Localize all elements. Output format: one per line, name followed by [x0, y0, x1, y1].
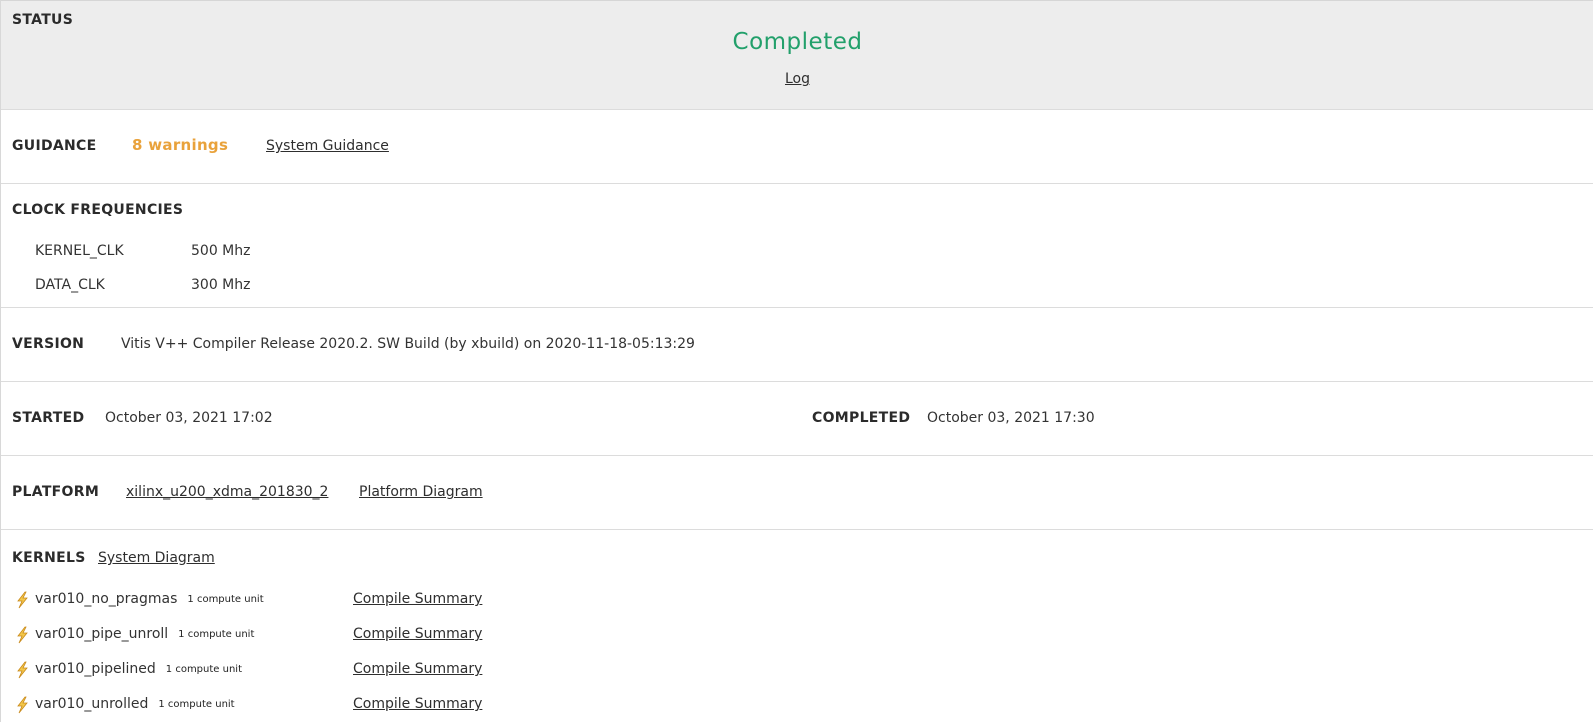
kernel-compute-units: 1 compute unit: [165, 664, 242, 675]
started-value: October 03, 2021 17:02: [105, 410, 273, 426]
clock-frequencies-label: CLOCK FREQUENCIES: [12, 202, 184, 218]
version-value: Vitis V++ Compiler Release 2020.2. SW Bu…: [121, 336, 695, 352]
kernel-compute-units: 1 compute unit: [158, 699, 235, 710]
system-diagram-link[interactable]: System Diagram: [98, 550, 215, 566]
guidance-label: GUIDANCE: [12, 138, 97, 154]
compile-summary-link[interactable]: Compile Summary: [353, 626, 482, 642]
status-log-container: Log: [1, 71, 1593, 87]
clock-frequencies-section: CLOCK FREQUENCIES KERNEL_CLK 500 Mhz DAT…: [1, 184, 1593, 308]
kernel-name: var010_pipelined: [35, 661, 156, 677]
kernel-name-container: var010_pipelined 1 compute unit: [35, 661, 242, 677]
clock-name: DATA_CLK: [35, 277, 105, 293]
lightning-icon: [17, 591, 28, 609]
clock-value: 300 Mhz: [191, 277, 251, 293]
kernel-compute-units: 1 compute unit: [187, 594, 264, 605]
compile-summary-link[interactable]: Compile Summary: [353, 661, 482, 677]
compile-summary-link[interactable]: Compile Summary: [353, 696, 482, 712]
clock-row: KERNEL_CLK 500 Mhz: [1, 243, 601, 263]
kernel-name-container: var010_no_pragmas 1 compute unit: [35, 591, 264, 607]
kernels-label: KERNELS: [12, 550, 86, 566]
lightning-icon: [17, 661, 28, 679]
status-label: STATUS: [12, 12, 74, 28]
compile-summary-link[interactable]: Compile Summary: [353, 591, 482, 607]
summary-page: STATUS Completed Log GUIDANCE 8 warnings…: [0, 0, 1593, 722]
times-section: STARTED October 03, 2021 17:02 COMPLETED…: [1, 382, 1593, 456]
completed-value: October 03, 2021 17:30: [927, 410, 1095, 426]
status-value: Completed: [732, 29, 863, 55]
kernel-row: var010_pipelined 1 compute unit Compile S…: [1, 661, 801, 683]
system-guidance-link[interactable]: System Guidance: [266, 138, 389, 154]
kernel-row: var010_unrolled 1 compute unit Compile Su…: [1, 696, 801, 718]
lightning-icon: [17, 626, 28, 644]
kernel-name: var010_no_pragmas: [35, 591, 178, 607]
clock-name: KERNEL_CLK: [35, 243, 124, 259]
platform-diagram-link[interactable]: Platform Diagram: [359, 484, 483, 500]
started-label: STARTED: [12, 410, 85, 426]
kernel-row: var010_pipe_unroll 1 compute unit Compile…: [1, 626, 801, 648]
kernel-compute-units: 1 compute unit: [178, 629, 255, 640]
platform-section: PLATFORM xilinx_u200_xdma_201830_2 Platf…: [1, 456, 1593, 530]
kernels-section: KERNELS System Diagram var010_no_pragmas…: [1, 530, 1593, 722]
kernel-name: var010_unrolled: [35, 696, 149, 712]
clock-value: 500 Mhz: [191, 243, 251, 259]
completed-label: COMPLETED: [812, 410, 911, 426]
platform-name-link[interactable]: xilinx_u200_xdma_201830_2: [126, 484, 328, 500]
clock-row: DATA_CLK 300 Mhz: [1, 277, 601, 297]
platform-label: PLATFORM: [12, 484, 100, 500]
version-section: VERSION Vitis V++ Compiler Release 2020.…: [1, 308, 1593, 382]
kernel-name: var010_pipe_unroll: [35, 626, 169, 642]
guidance-section: GUIDANCE 8 warnings System Guidance: [1, 110, 1593, 184]
version-label: VERSION: [12, 336, 85, 352]
kernel-row: var010_no_pragmas 1 compute unit Compile …: [1, 591, 801, 613]
status-section: STATUS Completed Log: [1, 0, 1593, 110]
kernel-name-container: var010_unrolled 1 compute unit: [35, 696, 235, 712]
kernel-name-container: var010_pipe_unroll 1 compute unit: [35, 626, 254, 642]
lightning-icon: [17, 696, 28, 714]
warnings-count-link[interactable]: 8 warnings: [132, 136, 228, 154]
log-link[interactable]: Log: [785, 71, 810, 87]
